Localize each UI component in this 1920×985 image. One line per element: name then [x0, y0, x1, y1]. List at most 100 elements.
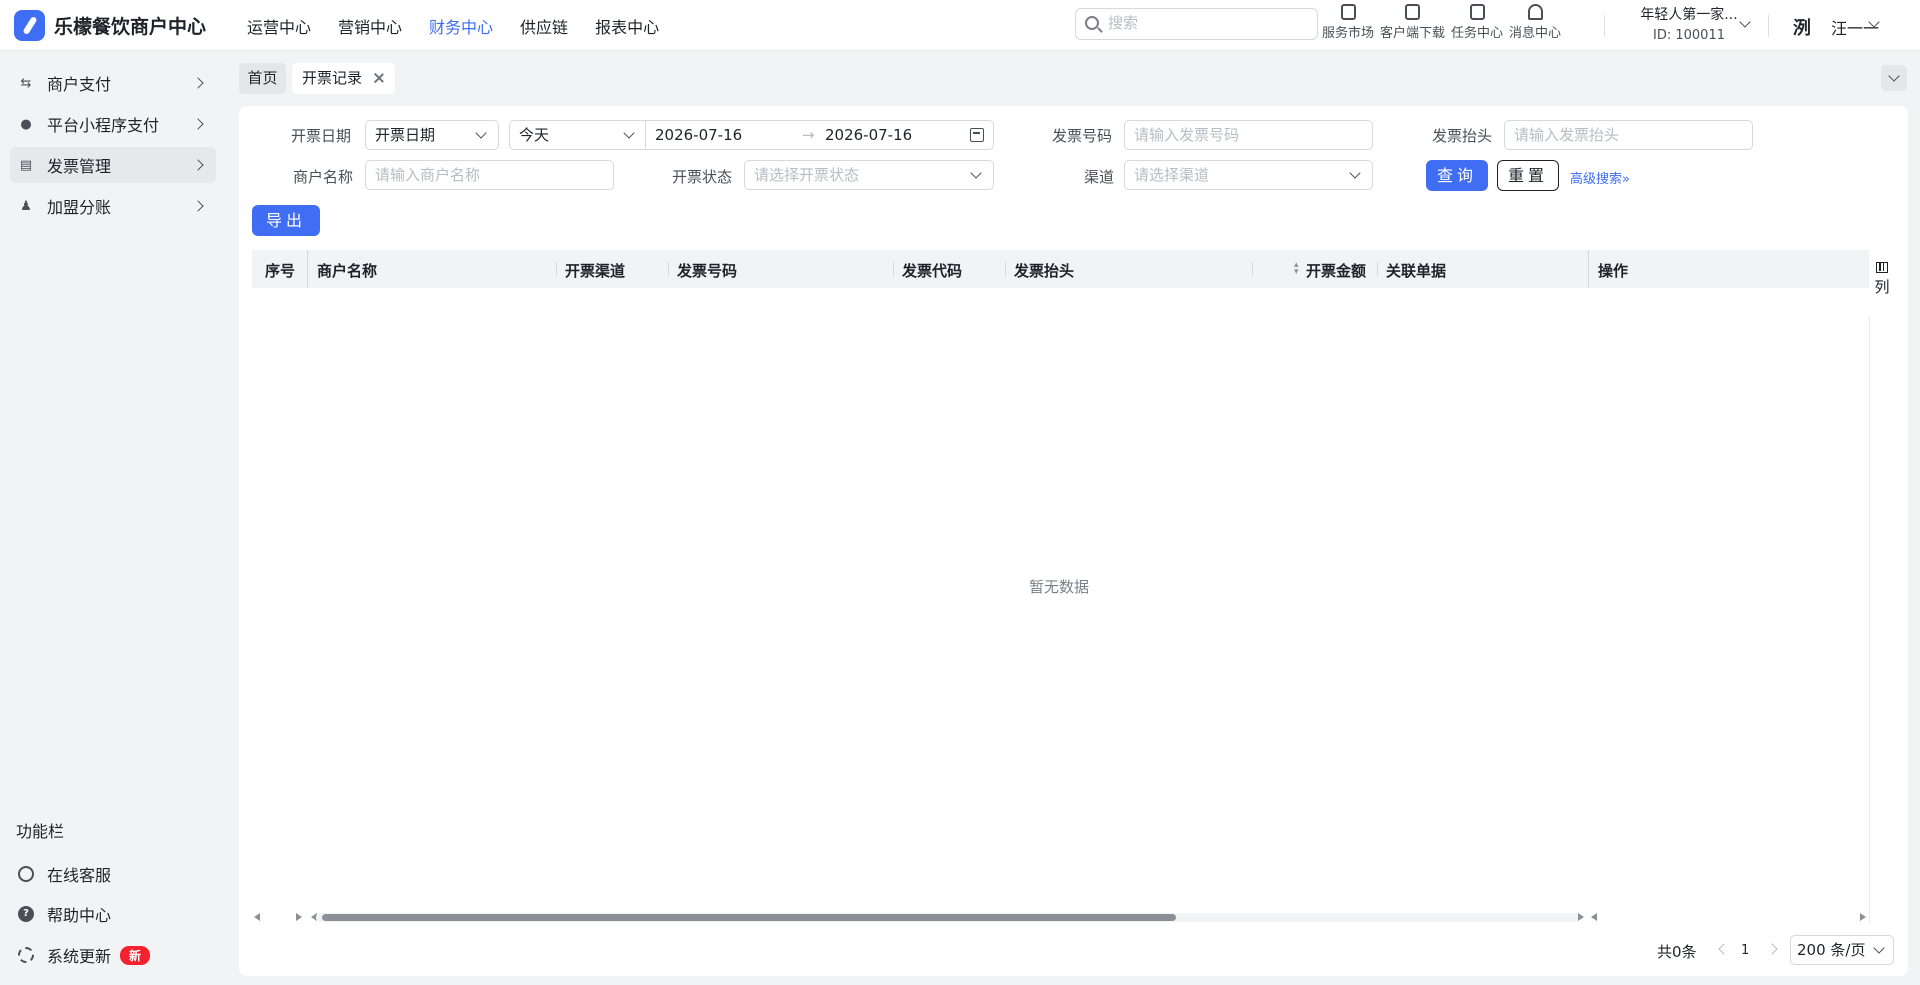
table-header: 序号 商户名称 开票渠道 发票号码 发票代码 发票抬头 ▴ ▾ 开票金额 关联单据… — [252, 250, 1869, 288]
sidebar-item-franchise[interactable]: ♟ 加盟分账 — [10, 188, 216, 224]
nav-reports[interactable]: 报表中心 — [595, 14, 659, 38]
help-icon: ? — [18, 906, 34, 922]
clipboard-icon — [1469, 4, 1485, 20]
nav-operations[interactable]: 运营中心 — [247, 14, 311, 38]
status-label: 开票状态 — [672, 168, 733, 186]
chevron-right-icon — [192, 77, 204, 89]
column-header: 操作 — [1598, 262, 1629, 280]
reset-button[interactable]: 重置 — [1497, 160, 1559, 191]
column-divider[interactable] — [1588, 250, 1589, 288]
system-update-label: 系统更新 — [47, 947, 112, 966]
page-size-select[interactable]: 200 条/页 — [1790, 935, 1894, 965]
account-switcher[interactable]: 年轻人第一家... ID: 100011 — [1620, 4, 1758, 43]
invoice-icon: ▤ — [19, 157, 33, 173]
refresh-icon — [18, 947, 34, 963]
date-type-select[interactable]: 开票日期 — [365, 120, 499, 150]
client-download-label: 客户端下载 — [1380, 26, 1446, 41]
channel-label: 渠道 — [1084, 168, 1115, 186]
main-panel — [239, 106, 1908, 976]
nav-finance[interactable]: 财务中心 — [429, 14, 493, 38]
column-header: 发票抬头 — [1014, 262, 1075, 280]
column-divider[interactable] — [556, 262, 557, 276]
global-search[interactable] — [1075, 8, 1318, 40]
column-divider[interactable] — [668, 262, 669, 276]
close-icon[interactable] — [373, 72, 385, 84]
system-update-link[interactable]: 系统更新 新 — [18, 943, 151, 967]
invoice-title-field[interactable]: 请输入发票抬头 — [1504, 120, 1753, 150]
date-end: 2026-07-16 — [825, 126, 913, 144]
message-center-button[interactable]: 消息中心 — [1509, 4, 1561, 41]
column-header: 发票代码 — [902, 262, 963, 280]
date-start: 2026-07-16 — [655, 126, 743, 144]
column-divider[interactable] — [1005, 262, 1006, 276]
merchant-field[interactable]: 请输入商户名称 — [365, 160, 614, 190]
chevron-down-icon — [623, 127, 635, 139]
nav-marketing[interactable]: 营销中心 — [338, 14, 402, 38]
search-input[interactable] — [1108, 14, 1308, 32]
columns-icon — [1876, 262, 1888, 273]
scroll-right-icon[interactable] — [1860, 913, 1866, 921]
top-bar: 乐檬餐饮商户中心 运营中心 营销中心 财务中心 供应链 报表中心 服务市场 客户… — [0, 0, 1920, 51]
tab-label: 开票记录 — [302, 69, 363, 87]
advanced-search-link[interactable]: 高级搜索» — [1570, 168, 1630, 187]
column-divider[interactable] — [893, 262, 894, 276]
chevron-right-icon — [192, 159, 204, 171]
scroll-left-icon[interactable] — [1591, 913, 1597, 921]
column-divider[interactable] — [1252, 262, 1253, 276]
column-header: 开票渠道 — [565, 262, 626, 280]
scrollbar-thumb[interactable] — [322, 914, 1176, 921]
nav-supply-chain[interactable]: 供应链 — [520, 14, 568, 38]
scroll-right-icon[interactable] — [296, 913, 302, 921]
date-range-select[interactable]: 今天 — [509, 120, 646, 150]
task-center-label: 任务中心 — [1451, 26, 1504, 41]
status-select[interactable]: 请选择开票状态 — [744, 160, 994, 190]
tab-home[interactable]: 首页 — [239, 63, 286, 94]
sidebar-item-merchant-pay[interactable]: ⇆ 商户支付 — [10, 65, 216, 101]
channel-placeholder: 请选择渠道 — [1134, 166, 1210, 184]
page-number[interactable]: 1 — [1741, 943, 1749, 958]
invoice-no-label: 发票号码 — [1052, 127, 1113, 145]
export-button[interactable]: 导出 — [252, 205, 320, 236]
account-id: ID: 100011 — [1653, 28, 1725, 43]
store-icon — [1340, 4, 1356, 20]
date-range-picker[interactable]: 2026-07-16 → 2026-07-16 — [645, 120, 994, 150]
client-download-button[interactable]: 客户端下载 — [1380, 4, 1445, 41]
sidebar-item-mini-program-pay[interactable]: ● 平台小程序支付 — [10, 106, 216, 142]
exchange-icon: ⇆ — [20, 75, 32, 91]
scroll-left-icon[interactable] — [254, 913, 260, 921]
scroll-right-icon[interactable] — [1578, 913, 1584, 921]
date-label: 开票日期 — [291, 127, 352, 145]
download-icon — [1405, 4, 1421, 20]
account-name: 年轻人第一家... — [1640, 7, 1738, 23]
help-center-link[interactable]: ? 帮助中心 — [18, 902, 111, 926]
chevron-down-icon — [970, 167, 982, 179]
date-range-value: 今天 — [519, 126, 550, 144]
app-title: 乐檬餐饮商户中心 — [54, 16, 207, 38]
sidebar-item-label: 平台小程序支付 — [47, 116, 160, 135]
logo-icon — [14, 10, 45, 41]
user-menu[interactable]: 洌 汪一一 — [1788, 14, 1879, 40]
column-divider[interactable] — [1377, 262, 1378, 276]
column-settings-button[interactable]: 列 — [1871, 262, 1893, 297]
column-header: 商户名称 — [317, 262, 378, 280]
divider — [1869, 316, 1870, 922]
invoice-title-label: 发票抬头 — [1432, 127, 1493, 145]
advanced-search-label: 高级搜索 — [1570, 172, 1623, 187]
service-market-button[interactable]: 服务市场 — [1322, 4, 1374, 41]
app-logo[interactable]: 乐檬餐饮商户中心 — [14, 10, 206, 41]
sidebar-item-label: 商户支付 — [47, 75, 112, 94]
query-button[interactable]: 查询 — [1426, 160, 1488, 191]
column-divider[interactable] — [307, 250, 308, 288]
column-header-sortable[interactable]: 开票金额 — [1306, 260, 1366, 281]
sidebar-item-invoice[interactable]: ▤ 发票管理 — [10, 147, 216, 183]
invoice-no-field[interactable]: 请输入发票号码 — [1124, 120, 1373, 150]
channel-select[interactable]: 请选择渠道 — [1124, 160, 1373, 190]
sidebar-item-label: 加盟分账 — [47, 198, 112, 217]
tab-more-button[interactable] — [1881, 65, 1907, 91]
tab-invoice-records[interactable]: 开票记录 — [292, 63, 395, 94]
headset-icon — [18, 866, 34, 882]
online-service-link[interactable]: 在线客服 — [18, 862, 111, 886]
arrow-right-icon: → — [802, 126, 815, 144]
task-center-button[interactable]: 任务中心 — [1451, 4, 1503, 41]
sort-icon[interactable]: ▴ ▾ — [1294, 261, 1301, 277]
